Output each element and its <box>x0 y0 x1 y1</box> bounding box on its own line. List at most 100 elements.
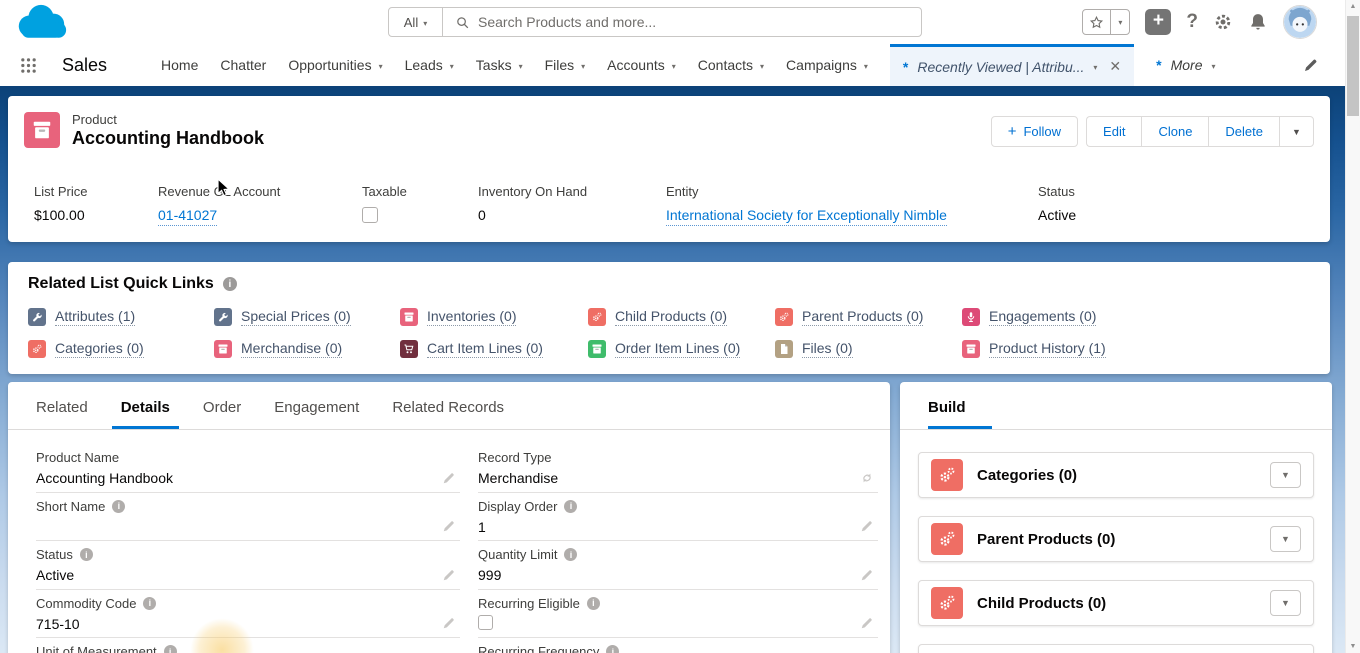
vertical-scrollbar[interactable]: ▲ ▼ <box>1345 0 1360 653</box>
notifications-bell-icon[interactable] <box>1248 12 1268 32</box>
nav-tab-chatter[interactable]: Chatter <box>220 57 266 73</box>
close-tab-icon[interactable]: ✕ <box>1109 58 1121 75</box>
info-icon[interactable]: i <box>564 500 577 513</box>
nav-tab-accounts[interactable]: Accounts▾ <box>607 57 676 73</box>
edit-pencil-icon[interactable] <box>860 519 874 533</box>
global-search: All ▾ <box>388 7 922 37</box>
edit-pencil-icon[interactable] <box>860 616 874 630</box>
quick-link-inventories[interactable]: Inventories (0) <box>400 306 588 327</box>
chevron-down-icon[interactable]: ▾ <box>1093 61 1097 72</box>
scrollbar-thumb[interactable] <box>1347 16 1359 116</box>
expand-dropdown-button[interactable]: ▼ <box>1270 526 1301 552</box>
tab-build[interactable]: Build <box>928 399 992 429</box>
box-icon <box>214 340 232 358</box>
quick-link-order-item-lines[interactable]: Order Item Lines (0) <box>588 338 775 359</box>
quick-link-attributes[interactable]: Attributes (1) <box>28 306 214 327</box>
global-add-icon[interactable]: + <box>1145 9 1171 35</box>
app-launcher-icon[interactable] <box>20 57 37 74</box>
tab-order[interactable]: Order <box>203 399 241 429</box>
quick-link-cart-item-lines[interactable]: Cart Item Lines (0) <box>400 338 588 359</box>
quick-link-engagements[interactable]: Engagements (0) <box>962 306 1314 327</box>
field-value-link[interactable]: International Society for Exceptionally … <box>666 207 947 226</box>
user-avatar[interactable] <box>1283 5 1317 39</box>
follow-label: Follow <box>1023 124 1061 139</box>
clone-button[interactable]: Clone <box>1141 116 1208 147</box>
info-icon[interactable]: i <box>164 645 177 653</box>
nav-tab-home[interactable]: Home <box>161 57 198 73</box>
chevron-down-icon[interactable]: ▾ <box>581 60 585 71</box>
chevron-down-icon[interactable]: ▾ <box>760 60 764 71</box>
chevron-down-icon[interactable]: ▾ <box>450 60 454 71</box>
quick-link-label: Files (0) <box>802 339 853 358</box>
field-label-text: Status <box>36 547 73 562</box>
field-value: Accounting Handbook <box>36 470 460 490</box>
info-icon[interactable]: i <box>587 597 600 610</box>
edit-pencil-icon[interactable] <box>442 519 456 533</box>
app-name[interactable]: Sales <box>62 55 107 76</box>
chevron-down-icon[interactable]: ▾ <box>672 60 676 71</box>
tab-related[interactable]: Related <box>36 399 88 429</box>
info-icon[interactable]: i <box>223 277 237 291</box>
search-input[interactable] <box>470 14 921 30</box>
edit-button[interactable]: Edit <box>1086 116 1141 147</box>
info-icon[interactable]: i <box>80 548 93 561</box>
nav-tab-opportunities[interactable]: Opportunities▾ <box>288 57 382 73</box>
quick-link-files[interactable]: Files (0) <box>775 338 962 359</box>
follow-button[interactable]: + Follow <box>991 116 1078 147</box>
info-icon[interactable]: i <box>606 645 619 653</box>
setup-gear-icon[interactable] <box>1213 12 1233 32</box>
delete-button[interactable]: Delete <box>1208 116 1279 147</box>
change-record-type-icon[interactable] <box>860 471 874 485</box>
nav-tab-label: Files <box>545 57 575 73</box>
tab-details[interactable]: Details <box>112 399 179 429</box>
nav-tab-recently-viewed-attributes[interactable]: * Recently Viewed | Attribu... ▾ ✕ <box>890 44 1134 86</box>
info-icon[interactable]: i <box>112 500 125 513</box>
scroll-up-arrow-icon[interactable]: ▲ <box>1346 3 1360 10</box>
field-label: Record Type <box>478 449 878 466</box>
help-icon[interactable]: ? <box>1186 11 1198 33</box>
chevron-down-icon[interactable]: ▾ <box>1110 10 1129 34</box>
quick-links-title: Related List Quick Links i <box>28 275 237 293</box>
field-value-link[interactable]: 01-41027 <box>158 207 217 226</box>
favorites-button[interactable]: ▾ <box>1082 9 1130 35</box>
quick-link-child-products[interactable]: Child Products (0) <box>588 306 775 327</box>
quick-link-merchandise[interactable]: Merchandise (0) <box>214 338 400 359</box>
recurring-eligible-checkbox[interactable] <box>478 615 493 630</box>
nav-tab-label: Recently Viewed | Attribu... <box>917 59 1084 75</box>
nav-tab-label: Contacts <box>698 57 753 73</box>
expand-dropdown-button[interactable]: ▼ <box>1270 462 1301 488</box>
info-icon[interactable]: i <box>564 548 577 561</box>
edit-navigation-pencil-icon[interactable] <box>1303 57 1319 73</box>
quick-link-product-history[interactable]: Product History (1) <box>962 338 1314 359</box>
nav-tab-leads[interactable]: Leads▾ <box>405 57 454 73</box>
wrench-icon <box>214 308 232 326</box>
nav-tab-campaigns[interactable]: Campaigns▾ <box>786 57 868 73</box>
record-detail-tabs: Related Details Order Engagement Related Rec… <box>8 382 890 430</box>
more-actions-dropdown-button[interactable]: ▼ <box>1279 116 1314 147</box>
quick-link-categories[interactable]: Categories (0) <box>28 338 214 359</box>
tab-related-records[interactable]: Related Records <box>392 399 504 429</box>
edit-pencil-icon[interactable] <box>442 471 456 485</box>
chevron-down-icon[interactable]: ▾ <box>864 60 868 71</box>
chevron-down-icon[interactable]: ▾ <box>379 60 383 71</box>
nav-tab-tasks[interactable]: Tasks▾ <box>476 57 523 73</box>
nav-tab-contacts[interactable]: Contacts ▾ <box>698 57 764 73</box>
quick-link-parent-products[interactable]: Parent Products (0) <box>775 306 962 327</box>
expand-dropdown-button[interactable]: ▼ <box>1270 590 1301 616</box>
field-value: 0 <box>478 207 587 223</box>
edit-pencil-icon[interactable] <box>860 568 874 582</box>
quick-link-special-prices[interactable]: Special Prices (0) <box>214 306 400 327</box>
nav-tab-more[interactable]: * More ▾ <box>1156 57 1215 73</box>
tab-engagement[interactable]: Engagement <box>274 399 359 429</box>
search-scope-selector[interactable]: All ▾ <box>389 8 443 36</box>
scroll-down-arrow-icon[interactable]: ▼ <box>1346 643 1360 650</box>
edit-pencil-icon[interactable] <box>442 568 456 582</box>
chevron-down-icon[interactable]: ▾ <box>519 60 523 71</box>
box-icon <box>400 308 418 326</box>
quick-link-label: Inventories (0) <box>427 307 516 326</box>
info-icon[interactable]: i <box>143 597 156 610</box>
taxable-checkbox[interactable] <box>362 207 378 223</box>
edit-pencil-icon[interactable] <box>442 616 456 630</box>
nav-tab-files[interactable]: Files ▾ <box>545 57 586 73</box>
build-card-label: Categories (0) <box>977 467 1256 484</box>
